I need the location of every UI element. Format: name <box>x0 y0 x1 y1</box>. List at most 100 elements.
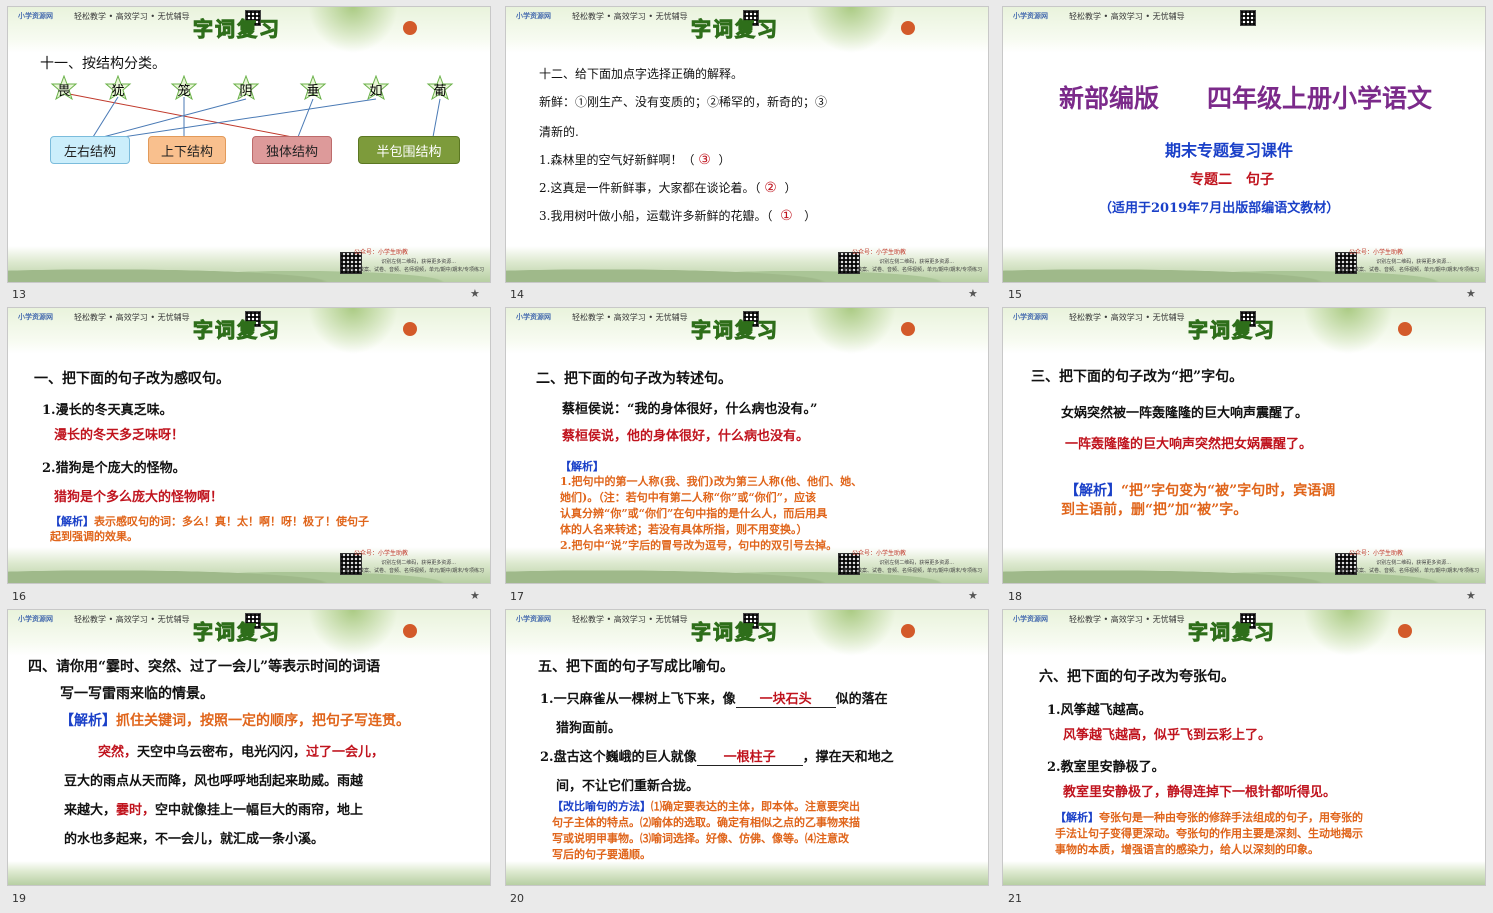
category-left-right: 左右结构 <box>50 136 130 164</box>
slide-19[interactable]: 小学资源网 轻松教学 • 高效学习 • 无忧辅导 字词复习 四、请你用“霎时、突… <box>7 609 491 886</box>
exercise-title: 十二、给下面加点字选择正确的解释。 <box>539 67 744 81</box>
question-1-line-1: 1.一只麻雀从一棵树上飞下来，像 一块石头 似的落在 <box>540 688 888 708</box>
site-logo: 小学资源网 <box>1013 12 1048 20</box>
question-1: 1.森林里的空气好新鲜啊！（ ③ ） <box>539 152 731 168</box>
blank-2[interactable]: 一根柱子 <box>696 746 803 766</box>
analysis-line-1: 【解析】夸张句是一种由夸张的修辞手法组成的句子，用夸张的 <box>1055 811 1363 824</box>
essay-line-1: 突然，天空中乌云密布，电光闪闪，过了一会儿， <box>98 745 385 760</box>
slide-16[interactable]: 小学资源网 轻松教学 • 高效学习 • 无忧辅导 字词复习 一、把下面的句子改为… <box>7 307 491 584</box>
slide-header: 小学资源网 轻松教学 • 高效学习 • 无忧辅导 字词复习 <box>506 7 988 53</box>
willow-decoration <box>806 308 896 354</box>
slide-header: 小学资源网 轻松教学 • 高效学习 • 无忧辅导 字词复习 <box>1003 610 1485 656</box>
question-2: 2.教室里安静极了。 <box>1047 760 1165 775</box>
willow-decoration <box>1303 308 1393 354</box>
exercise-title: 二、把下面的句子改为转述句。 <box>536 371 732 387</box>
analysis-line-2: 句子主体的特点。⑵喻体的选取。确定有相似之点的乙事物来描 <box>552 816 860 829</box>
question-3: 3.我用树叶做小船，运载许多新鲜的花瓣。（ ① ） <box>539 208 817 224</box>
footer-text-1: 识别左侧二维码，获得更多资源... <box>381 259 456 265</box>
cover-subtitle: 期末专题复习课件 <box>1165 141 1294 160</box>
exercise-title-line-2: 写一写雷雨来临的情景。 <box>60 686 214 702</box>
slide-header: 小学资源网 轻松教学 • 高效学习 • 无忧辅导 字词复习 <box>506 610 988 656</box>
slide-number: 18 <box>1008 590 1022 603</box>
footer-text-1: 识别左侧二维码，获得更多资源... <box>1376 560 1451 566</box>
slide-star-icon[interactable]: ★ <box>470 589 480 602</box>
answer: 蔡桓侯说，他的身体很好，什么病也没有。 <box>562 429 810 444</box>
analysis-tag: 【解析】 <box>1055 811 1099 824</box>
answer-1: 漫长的冬天多乏味呀！ <box>54 428 185 443</box>
banner-title: 字词复习 <box>691 17 779 42</box>
footer-text-2: 课件、教案、试卷、音频、名师视频，单元/期中/期末/专项练习 <box>841 267 982 273</box>
cover-note: （适用于2019年7月出版部编语文教材） <box>1099 201 1340 216</box>
bird-icon <box>901 624 915 638</box>
analysis-line-2: 起到强调的效果。 <box>50 530 138 543</box>
analysis-line-2: 她们)。（注：若句中有第二人称“你”或“你们”，应该 <box>560 491 817 504</box>
banner-title: 字词复习 <box>1188 318 1276 343</box>
site-logo: 小学资源网 <box>516 313 551 321</box>
blank-1[interactable]: 一块石头 <box>735 688 836 708</box>
slide-star-icon[interactable]: ★ <box>1466 287 1476 300</box>
footer-text-2: 课件、教案、试卷、音频、名师视频，单元/期中/期末/专项练习 <box>1338 568 1479 574</box>
analysis-tag: 【解析】 <box>560 460 604 473</box>
analysis-line-3: 认真分辨“你”或“你们”在句中指的是什么人，而后用具 <box>560 507 828 520</box>
cover-title-right: 四年级上册小学语文 <box>1207 84 1433 113</box>
header-tagline: 轻松教学 • 高效学习 • 无忧辅导 <box>1069 313 1185 322</box>
site-logo: 小学资源网 <box>516 12 551 20</box>
slide-number: 14 <box>510 288 524 301</box>
question-1-line-2: 猎狗面前。 <box>556 721 622 736</box>
bird-icon <box>901 322 915 336</box>
footer-account: 公众号：小学生助教 <box>353 249 408 256</box>
question-1: 1.漫长的冬天真乏味。 <box>42 403 173 418</box>
slide-star-icon[interactable]: ★ <box>1466 589 1476 602</box>
answer-2: ② <box>764 180 777 196</box>
question-2-line-2: 间，不让它们重新合拢。 <box>556 779 700 794</box>
slide-star-icon[interactable]: ★ <box>968 287 978 300</box>
slide-18[interactable]: 小学资源网 轻松教学 • 高效学习 • 无忧辅导 字词复习 三、把下面的句子改为… <box>1002 307 1486 584</box>
answer-1: 风筝越飞越高，似乎飞到云彩上了。 <box>1063 728 1272 743</box>
slide-14[interactable]: 小学资源网 轻松教学 • 高效学习 • 无忧辅导 字词复习 十二、给下面加点字选… <box>505 6 989 283</box>
slide-star-icon[interactable]: ★ <box>968 589 978 602</box>
blank-2-answer: 一根柱子 <box>723 750 776 765</box>
slide-star-icon[interactable]: ★ <box>470 287 480 300</box>
answer-3: ① <box>780 208 793 224</box>
banner-title: 字词复习 <box>193 620 281 645</box>
footer-account: 公众号：小学生助教 <box>353 550 408 557</box>
site-logo: 小学资源网 <box>516 615 551 623</box>
qr-code-icon <box>1240 10 1256 26</box>
analysis-line-1: 【解析】表示感叹句的词：多么！真！太！啊！呀！极了！使句子 <box>50 515 369 528</box>
banner-title: 字词复习 <box>193 318 281 343</box>
banner-title: 字词复习 <box>691 318 779 343</box>
slide-header: 小学资源网 轻松教学 • 高效学习 • 无忧辅导 字词复习 <box>506 308 988 354</box>
banner-title: 字词复习 <box>1188 620 1276 645</box>
analysis-line-4: 写后的句子要通顺。 <box>552 848 651 861</box>
analysis-line-3: 事物的本质，增强语言的感染力，给人以深刻的印象。 <box>1055 843 1319 856</box>
exercise-title: 六、把下面的句子改为夸张句。 <box>1039 669 1235 685</box>
slide-number: 21 <box>1008 892 1022 905</box>
question: 女娲突然被一阵轰隆隆的巨大响声震醒了。 <box>1061 406 1309 421</box>
category-half-enclosed: 半包围结构 <box>358 136 460 164</box>
slide-17[interactable]: 小学资源网 轻松教学 • 高效学习 • 无忧辅导 字词复习 二、把下面的句子改为… <box>505 307 989 584</box>
slide-header: 小学资源网 轻松教学 • 高效学习 • 无忧辅导 字词复习 <box>1003 308 1485 354</box>
answer: 一阵轰隆隆的巨大响声突然把女娲震醒了。 <box>1065 437 1313 452</box>
willow-decoration <box>806 7 896 53</box>
essay-line-3: 来越大，霎时，空中就像挂上一幅巨大的雨帘，地上 <box>64 803 364 818</box>
footer-text-2: 课件、教案、试卷、音频、名师视频，单元/期中/期末/专项练习 <box>343 568 484 574</box>
analysis-tag: 【改比喻句的方法】 <box>552 800 651 813</box>
slide-header: 小学资源网 轻松教学 • 高效学习 • 无忧辅导 字词复习 <box>8 308 490 354</box>
analysis-tag: 【解析】 <box>1065 483 1121 499</box>
banner-title: 字词复习 <box>691 620 779 645</box>
footer-text-1: 识别左侧二维码，获得更多资源... <box>1376 259 1451 265</box>
footer-account: 公众号：小学生助教 <box>1348 249 1403 256</box>
header-tagline: 轻松教学 • 高效学习 • 无忧辅导 <box>572 12 688 21</box>
slide-footer <box>1003 861 1485 885</box>
analysis-line: 【解析】抓住关键词，按照一定的顺序，把句子写连贯。 <box>60 713 410 729</box>
char-star-2: 犹 <box>104 75 132 103</box>
slide-20[interactable]: 小学资源网 轻松教学 • 高效学习 • 无忧辅导 字词复习 五、把下面的句子写成… <box>505 609 989 886</box>
slide-13[interactable]: 小学资源网 轻松教学 • 高效学习 • 无忧辅导 字词复习 十一、按结构分类。 … <box>7 6 491 283</box>
header-tagline: 轻松教学 • 高效学习 • 无忧辅导 <box>74 313 190 322</box>
slide-15[interactable]: 小学资源网 轻松教学 • 高效学习 • 无忧辅导 新部编版 四年级上册小学语文 … <box>1002 6 1486 283</box>
slide-21[interactable]: 小学资源网 轻松教学 • 高效学习 • 无忧辅导 字词复习 六、把下面的句子改为… <box>1002 609 1486 886</box>
header-tagline: 轻松教学 • 高效学习 • 无忧辅导 <box>74 615 190 624</box>
cover-topic: 专题二 句子 <box>1190 172 1274 188</box>
answer-2: 教室里安静极了，静得连掉下一根针都听得见。 <box>1063 785 1337 800</box>
analysis-line-3: 写或说明甲事物。⑶喻词选择。好像、仿佛、像等。⑷注意改 <box>552 832 849 845</box>
